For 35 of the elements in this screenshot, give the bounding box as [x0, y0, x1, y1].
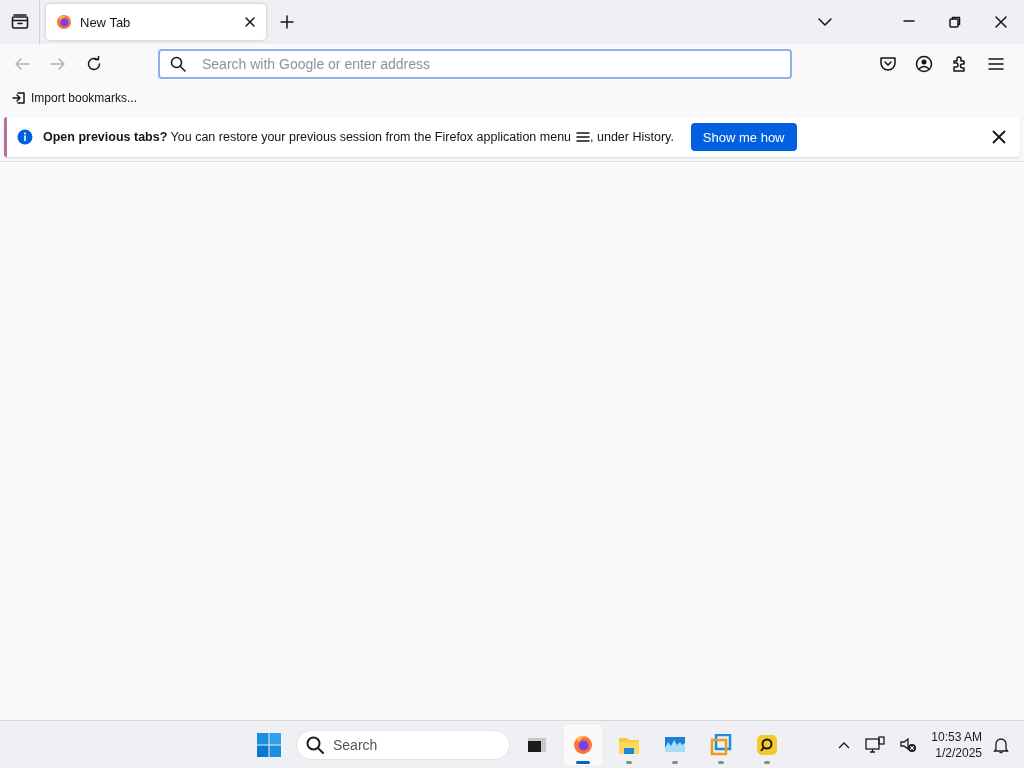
remote-desktop-icon — [756, 733, 778, 756]
overlapping-squares-icon — [710, 733, 732, 756]
account-icon — [915, 55, 933, 73]
search-icon — [170, 56, 186, 72]
network-monitor-icon — [865, 735, 886, 754]
notification-text: Open previous tabs? You can restore your previous session from the Firefox application menu — [43, 130, 572, 144]
show-me-how-button[interactable]: Show me how — [690, 123, 797, 151]
plus-icon — [280, 15, 294, 29]
tray-icon — [10, 14, 29, 30]
import-icon — [12, 91, 26, 105]
clock-date: 1/2/2025 — [935, 744, 982, 761]
bell-icon — [992, 735, 1010, 754]
restore-icon — [949, 16, 961, 28]
bookmark-item[interactable]: Import bookmarks... — [10, 89, 140, 107]
windows-logo-icon — [257, 732, 281, 757]
close-icon — [995, 16, 1007, 28]
search-icon — [306, 735, 324, 754]
chevron-down-icon — [818, 18, 832, 26]
forward-arrow-icon — [50, 56, 66, 72]
clock-time: 10:53 AM — [931, 728, 982, 745]
menu-icon — [576, 131, 591, 143]
info-icon — [17, 129, 33, 145]
pocket-icon — [879, 55, 897, 73]
firefox-icon — [572, 733, 594, 756]
speaker-muted-icon — [899, 736, 918, 753]
browser-tab[interactable]: New Tab — [46, 4, 266, 40]
menu-icon — [987, 55, 1005, 73]
close-icon[interactable] — [244, 16, 256, 28]
address-bar[interactable]: Search with Google or enter address — [158, 49, 792, 79]
notification-text: , under History. — [590, 130, 674, 144]
close-icon — [992, 130, 1006, 144]
taskbar-search-field[interactable]: Search — [296, 729, 510, 760]
back-arrow-icon — [14, 56, 30, 72]
reload-icon — [86, 56, 102, 72]
firefox-icon — [56, 14, 72, 30]
